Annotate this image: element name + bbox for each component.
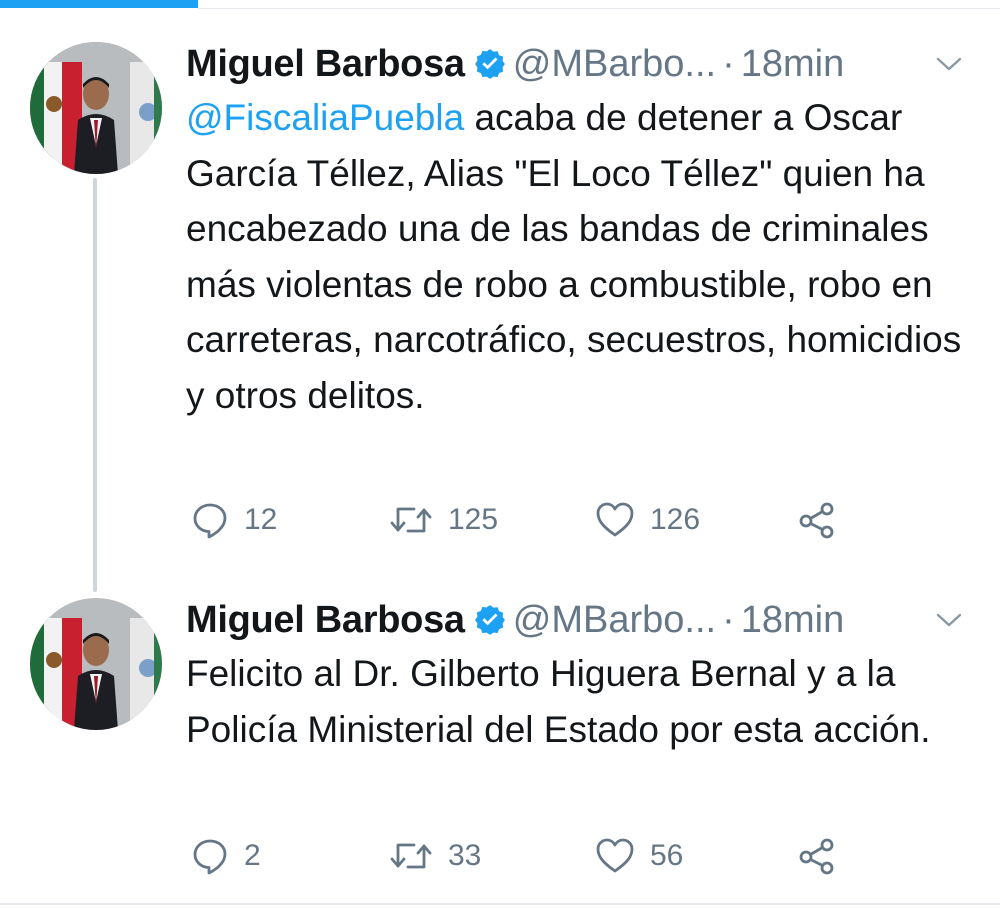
like-button[interactable]: 126: [594, 490, 700, 550]
share-icon: [799, 502, 834, 539]
share-button[interactable]: [796, 490, 838, 550]
reply-button[interactable]: 12: [190, 490, 277, 550]
author-name[interactable]: Miguel Barbosa: [186, 43, 465, 85]
reply-button[interactable]: 2: [190, 826, 261, 886]
heart-icon: [596, 838, 634, 873]
tweet-text: Felicito al Dr. Gilberto Higuera Bernal …: [186, 653, 931, 750]
reply-icon: [193, 503, 227, 539]
tweet-actions: 2 33 56: [186, 826, 886, 886]
share-icon: [799, 838, 834, 875]
thread-connector-line: [93, 178, 97, 592]
verified-badge-icon: [474, 605, 505, 635]
tweet-text: @FiscaliaPuebla acaba de detener a Oscar…: [186, 90, 976, 423]
tweet-text-body: acaba de detener a Oscar García Téllez, …: [186, 97, 962, 416]
timestamp[interactable]: 18min: [741, 43, 845, 85]
mention-link[interactable]: @FiscaliaPuebla: [186, 97, 464, 138]
tweet-actions: 12 125 126: [186, 490, 886, 550]
active-tab-indicator: [0, 0, 198, 8]
avatar[interactable]: [30, 598, 162, 730]
verified-badge-icon: [474, 49, 505, 79]
author-handle[interactable]: @MBarbo...: [513, 599, 716, 641]
timestamp[interactable]: 18min: [741, 599, 845, 641]
reply-count: 12: [244, 503, 278, 536]
separator: ·: [722, 43, 735, 85]
share-button[interactable]: [796, 826, 838, 886]
retweet-count: 33: [448, 839, 482, 872]
separator: ·: [722, 599, 735, 641]
reply-icon: [193, 839, 227, 875]
like-count: 126: [650, 503, 701, 536]
bottom-divider: [0, 903, 1000, 905]
avatar[interactable]: [30, 42, 162, 174]
retweet-count: 125: [448, 503, 499, 536]
author-name[interactable]: Miguel Barbosa: [186, 599, 465, 641]
tweet-header: Miguel Barbosa @MBarbo... · 18min: [186, 36, 976, 92]
retweet-button[interactable]: 125: [388, 490, 498, 550]
heart-icon: [596, 502, 634, 537]
author-handle[interactable]: @MBarbo...: [513, 43, 716, 85]
top-divider: [198, 8, 1000, 9]
reply-count: 2: [244, 839, 261, 872]
tweet-header: Miguel Barbosa @MBarbo... · 18min: [186, 592, 976, 648]
retweet-icon: [390, 843, 432, 869]
like-count: 56: [650, 839, 684, 872]
retweet-icon: [390, 507, 432, 533]
chevron-down-icon[interactable]: [934, 52, 964, 76]
like-button[interactable]: 56: [594, 826, 683, 886]
chevron-down-icon[interactable]: [934, 608, 964, 632]
retweet-button[interactable]: 33: [388, 826, 481, 886]
